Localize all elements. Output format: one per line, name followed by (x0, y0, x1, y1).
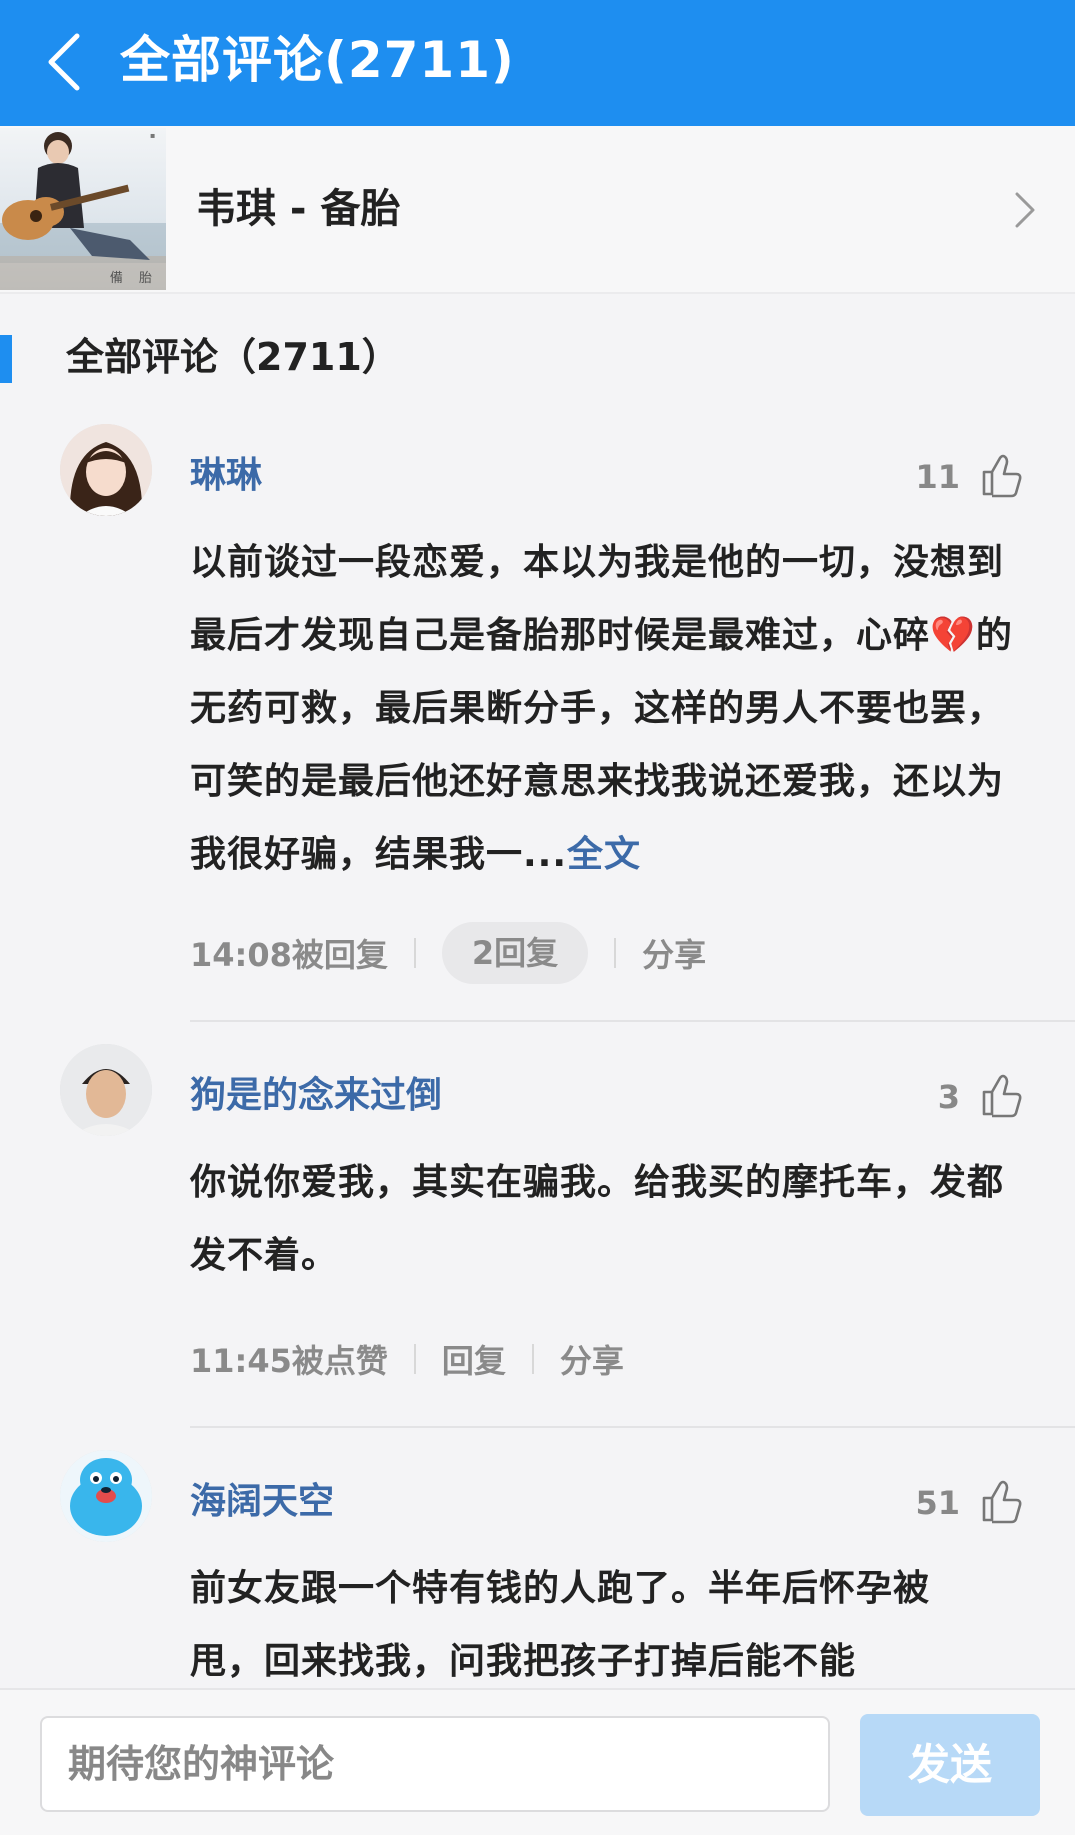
like-count: 51 (915, 1484, 960, 1522)
share-button[interactable]: 分享 (642, 930, 706, 976)
comment-text: 以前谈过一段恋爱，本以为我是他的一切，没想到最后才发现自己是备胎那时候是最难过，… (190, 526, 1030, 891)
comment-author[interactable]: 海阔天空 (190, 1472, 334, 1524)
svg-text:▪: ▪ (150, 131, 155, 140)
reply-button[interactable]: 回复 (442, 1336, 506, 1382)
comment-text-part: 以前谈过一段恋爱，本以为我是他的一切，没想到最后才发现自己是备胎那时候是最难过，… (190, 542, 1005, 656)
avatar[interactable] (60, 1044, 152, 1136)
comment-text: 你说你爱我，其实在骗我。给我买的摩托车，发都发不着。 (190, 1162, 1005, 1276)
comment-time: 11:45被点赞 (190, 1342, 388, 1380)
like-count: 3 (937, 1078, 960, 1116)
avatar[interactable] (60, 1450, 152, 1542)
chevron-right-icon (1005, 186, 1045, 234)
thumbs-up-icon[interactable] (980, 1478, 1026, 1524)
divider (531, 1344, 534, 1374)
comment-time: 14:08被回复 (190, 936, 388, 974)
comment-divider (190, 1426, 1075, 1428)
page-title: 全部评论(2711) (120, 31, 515, 89)
comment-divider (190, 1020, 1075, 1022)
section-accent-bar (0, 335, 12, 383)
section-header: 全部评论（2711） (0, 330, 600, 384)
reply-button[interactable]: 2回复 (441, 922, 589, 984)
divider (413, 938, 416, 968)
comment-author[interactable]: 琳琳 (190, 446, 262, 498)
section-title: 全部评论（2711） (66, 335, 400, 379)
thumbs-up-icon[interactable] (980, 452, 1026, 498)
broken-heart-icon: 💔 (930, 615, 976, 656)
comment-input[interactable]: 期待您的神评论 (40, 1716, 830, 1812)
thumbs-up-icon[interactable] (980, 1072, 1026, 1118)
song-title: 韦琪 - 备胎 (196, 186, 401, 232)
top-app-bar: 全部评论(2711) (0, 0, 1075, 126)
comment-author[interactable]: 狗是的念来过倒 (190, 1066, 442, 1118)
divider (614, 938, 617, 968)
comment-text: 前女友跟一个特有钱的人跑了。半年后怀孕被甩，回来找我，问我把孩子打掉后能不能 (190, 1568, 931, 1682)
album-caption: 備 胎 (109, 271, 158, 286)
share-button[interactable]: 分享 (560, 1336, 624, 1382)
avatar[interactable] (60, 424, 152, 516)
like-count: 11 (915, 458, 960, 496)
divider (413, 1344, 416, 1374)
back-arrow-icon[interactable] (28, 20, 98, 104)
full-text-link[interactable]: 全文 (567, 834, 641, 875)
comment-composer: 期待您的神评论 发送 (0, 1688, 1075, 1835)
song-card[interactable]: ▪ 備 胎 韦琪 - 备胎 (0, 126, 1075, 294)
comment-meta: 14:08被回复 2回复 分享 (190, 922, 706, 984)
comment-meta: 11:45被点赞 回复 分享 (190, 1328, 624, 1390)
send-button[interactable]: 发送 (860, 1714, 1040, 1816)
album-cover: ▪ 備 胎 (0, 128, 166, 290)
